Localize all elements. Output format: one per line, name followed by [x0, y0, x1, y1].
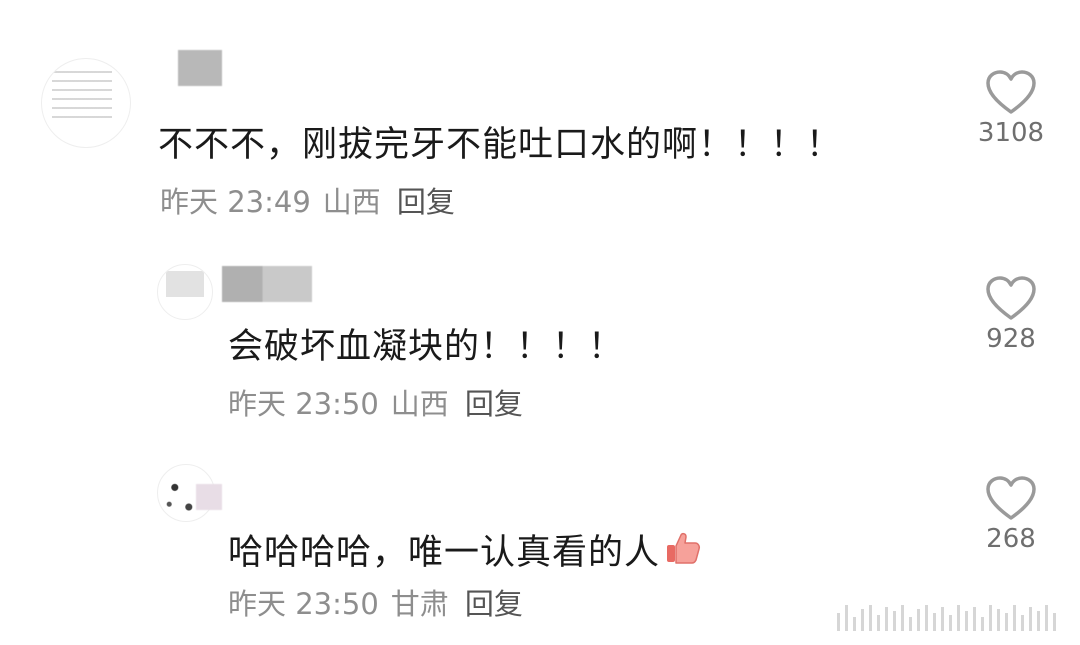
comment-meta: 昨天 23:49 山西 回复	[160, 188, 467, 217]
reply-button[interactable]: 回复	[465, 387, 523, 421]
watermark	[837, 605, 1056, 631]
comment-time: 昨天 23:49	[160, 185, 311, 219]
avatar-image	[166, 271, 204, 297]
username-redacted[interactable]	[178, 50, 222, 86]
comment-location: 山西	[322, 185, 381, 219]
reply-button[interactable]: 回复	[397, 185, 455, 219]
thumbs-up-icon	[664, 530, 702, 575]
like-count: 268	[986, 524, 1036, 554]
like-button[interactable]: 928	[966, 276, 1056, 352]
comment-time: 昨天 23:50	[228, 387, 379, 421]
comment-text: 会破坏血凝块的！！！！	[228, 327, 625, 367]
comment-meta: 昨天 23:50 甘肃 回复	[228, 590, 535, 619]
avatar-image	[52, 71, 112, 119]
like-count: 3108	[977, 118, 1045, 148]
comment-location: 甘肃	[390, 587, 449, 621]
comment-meta: 昨天 23:50 山西 回复	[228, 390, 535, 419]
avatar[interactable]	[157, 264, 213, 320]
like-count: 928	[986, 324, 1036, 354]
comment-text: 哈哈哈哈，唯一认真看的人	[228, 533, 661, 573]
username-redacted[interactable]	[222, 266, 312, 302]
comment-time: 昨天 23:50	[228, 587, 379, 621]
heart-icon	[986, 476, 1036, 520]
like-button[interactable]: 268	[966, 476, 1056, 552]
heart-icon	[986, 276, 1036, 320]
reply-button[interactable]: 回复	[465, 587, 523, 621]
like-button[interactable]: 3108	[966, 70, 1056, 146]
avatar[interactable]	[41, 58, 131, 148]
username-redacted[interactable]	[196, 484, 222, 510]
comment-text: 不不不，刚拔完牙不能吐口水的啊！！！！	[158, 125, 843, 165]
heart-icon	[986, 70, 1036, 114]
comment-location: 山西	[390, 387, 449, 421]
comment-text-wrap: 哈哈哈哈，唯一认真看的人	[228, 530, 702, 575]
